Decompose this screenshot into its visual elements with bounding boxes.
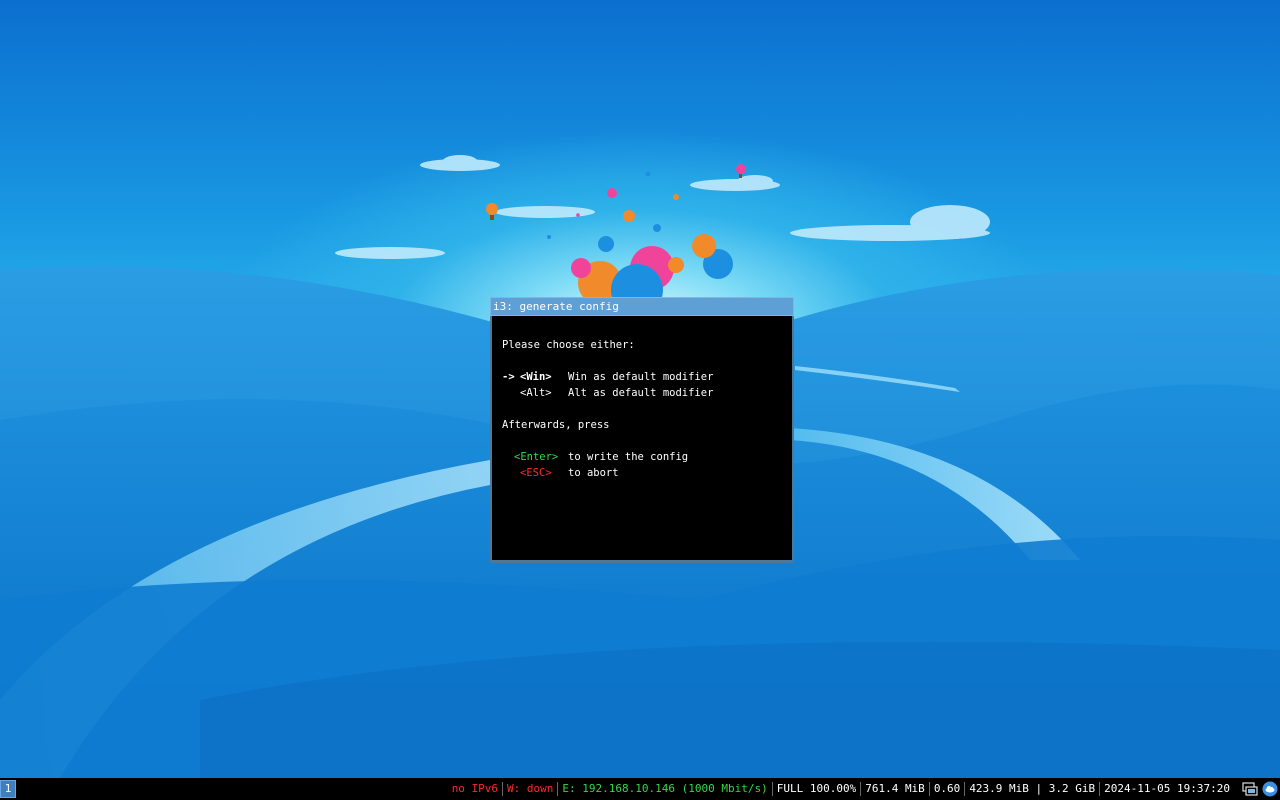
ethernet-status: E: 192.168.10.146 (1000 Mbit/s) bbox=[557, 782, 771, 796]
enter-key-hint: <Enter> bbox=[514, 451, 559, 463]
enter-key-description: to write the config bbox=[568, 451, 689, 463]
workspace-button-1[interactable]: 1 bbox=[0, 780, 16, 798]
memory-status: 423.9 MiB | 3.2 GiB bbox=[964, 782, 1099, 796]
system-tray bbox=[1242, 781, 1278, 797]
window-title[interactable]: i3: generate config bbox=[490, 297, 794, 316]
wireless-status: W: down bbox=[502, 782, 557, 796]
cloud-sync-icon[interactable] bbox=[1262, 781, 1278, 797]
afterwards-text: Afterwards, press bbox=[502, 419, 610, 431]
ipv6-status: no IPv6 bbox=[451, 782, 499, 795]
esc-key-hint: <ESC> bbox=[520, 467, 552, 479]
win-key-description: Win as default modifier bbox=[568, 371, 714, 383]
prompt-text: Please choose either: bbox=[502, 339, 635, 351]
datetime-status: 2024-11-05 19:37:20 bbox=[1099, 782, 1234, 796]
win-key-option[interactable]: <Win> bbox=[520, 369, 552, 385]
esc-key-description: to abort bbox=[568, 467, 619, 479]
alt-key-option[interactable]: <Alt> bbox=[520, 385, 552, 401]
alt-key-description: Alt as default modifier bbox=[568, 387, 714, 399]
network-manager-icon[interactable] bbox=[1242, 781, 1258, 797]
status-line: no IPv6 W: down E: 192.168.10.146 (1000 … bbox=[448, 778, 1234, 800]
terminal-body[interactable]: Please choose either: -> <Win> Win as de… bbox=[492, 316, 792, 560]
selection-arrow: -> bbox=[502, 371, 515, 383]
battery-status: FULL 100.00% bbox=[771, 782, 860, 796]
i3-status-bar: 1 no IPv6 W: down E: 192.168.10.146 (100… bbox=[0, 778, 1280, 800]
load-status: 0.60 bbox=[928, 782, 965, 796]
disk-status: 761.4 MiB bbox=[860, 782, 929, 796]
config-wizard-window[interactable]: i3: generate config Please choose either… bbox=[490, 297, 794, 563]
